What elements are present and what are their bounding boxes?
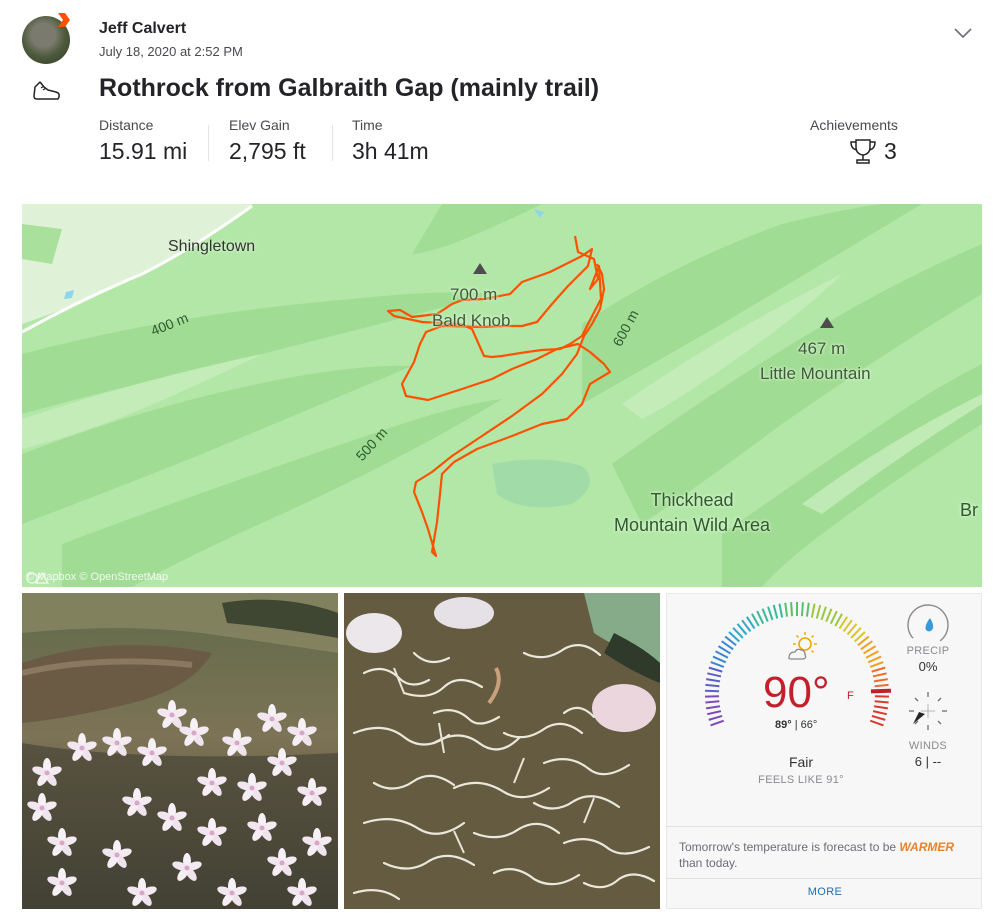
gauge-tick <box>751 613 760 627</box>
temperature-unit: F <box>847 690 854 702</box>
stat-value: 3h 41m <box>352 138 429 164</box>
gauge-tick <box>767 606 774 621</box>
low-temperature: 66° <box>800 719 818 731</box>
stat-value: 15.91 mi <box>99 138 188 164</box>
chevron-down-icon[interactable] <box>953 26 973 40</box>
gauge-tick <box>874 700 889 704</box>
gauge-current-marker <box>870 688 892 694</box>
forecast-prefix: Tomorrow's temperature is forecast to be <box>679 840 897 854</box>
achievements-count: 3 <box>884 137 897 164</box>
map-attribution[interactable]: © Mapbox © OpenStreetMap <box>26 571 168 584</box>
wild-area-line: Mountain Wild Area <box>613 515 771 535</box>
map-label-peak-name: Bald Knob <box>432 311 511 330</box>
gauge-tick <box>873 705 889 710</box>
gauge-tick <box>820 606 827 621</box>
gauge-tick <box>756 610 765 625</box>
gauge-tick <box>715 650 729 659</box>
gauge-tick <box>772 604 779 619</box>
activity-timestamp: July 18, 2020 at 2:52 PM <box>99 44 243 59</box>
trophy-icon <box>850 139 876 164</box>
stat-time: Time 3h 41m <box>352 117 429 165</box>
gauge-tick <box>710 719 725 727</box>
gauge-tick <box>871 666 886 673</box>
stat-elev-gain: Elev Gain 2,795 ft <box>229 117 306 165</box>
partly-sunny-icon <box>788 632 817 660</box>
forecast-suffix: than today. <box>679 856 738 870</box>
gauge-tick <box>707 710 722 716</box>
stat-divider <box>332 125 333 161</box>
high-low-temperatures: 89° | 66° <box>775 719 817 731</box>
map-label-peak-elevation: 700 m <box>450 285 498 304</box>
stat-label: Time <box>352 117 383 133</box>
gauge-tick <box>778 603 784 618</box>
gauge-tick <box>706 678 721 683</box>
stat-divider <box>208 125 209 161</box>
activity-photo[interactable] <box>344 593 660 909</box>
map-label-peak-name: Little Mountain <box>760 364 871 383</box>
athlete-name[interactable]: Jeff Calvert <box>99 20 186 38</box>
stat-distance: Distance 15.91 mi <box>99 117 187 165</box>
precip-value: 0% <box>918 659 938 674</box>
gauge-tick <box>705 700 720 704</box>
gauge-tick <box>869 719 884 727</box>
gauge-tick <box>784 602 789 617</box>
activity-title[interactable]: Rothrock from Galbraith Gap (mainly trai… <box>99 74 599 103</box>
gauge-tick <box>872 710 887 716</box>
pond-photo-image <box>344 593 660 909</box>
avatar[interactable] <box>22 13 70 64</box>
route-map[interactable]: Shingletown 700 m Bald Knob 467 m Little… <box>22 204 982 587</box>
forecast-highlight: WARMER <box>899 840 955 854</box>
forecast-text: Tomorrow's temperature is forecast to be… <box>667 826 981 878</box>
wild-area-line: Thickhead <box>650 490 734 510</box>
gauge-tick <box>800 602 804 617</box>
gauge-tick <box>834 613 843 627</box>
temperature-value: 90° <box>763 668 830 717</box>
gauge-tick <box>867 655 882 664</box>
winds-value: 6 | -- <box>914 754 942 769</box>
subscriber-badge-icon <box>58 13 70 27</box>
gauge-tick <box>872 672 887 678</box>
gauge-tick <box>829 610 838 625</box>
stat-value: 2,795 ft <box>229 138 306 164</box>
gauge-tick <box>874 683 889 688</box>
gauge-tick <box>815 604 822 619</box>
wind-compass-icon <box>909 692 947 730</box>
more-button[interactable]: MORE <box>667 878 981 908</box>
map-label-peak-elevation: 467 m <box>798 339 846 358</box>
map-terrain <box>22 204 982 587</box>
gauge-tick <box>708 666 723 673</box>
gauge-tick <box>705 705 721 710</box>
gauge-tick <box>825 608 833 623</box>
gauge-tick <box>710 661 725 668</box>
gauge-tick <box>707 672 722 678</box>
achievements: Achievements 3 <box>810 117 910 164</box>
activity-photo[interactable] <box>22 593 338 909</box>
precip-drop-icon <box>907 604 949 646</box>
map-label-edge: Br <box>960 500 978 520</box>
achievements-label: Achievements <box>810 117 898 133</box>
flowers-photo-image <box>22 593 338 909</box>
precip-label: PRECIP <box>906 645 950 657</box>
gauge-tick <box>865 650 879 659</box>
shoe-icon <box>33 81 60 100</box>
gauge-tick <box>708 714 723 721</box>
stat-label: Distance <box>99 117 154 133</box>
map-label-wild-area: Thickhead Mountain Wild Area <box>597 488 787 538</box>
gauge-tick <box>873 678 888 683</box>
gauge-tick <box>705 683 720 688</box>
gauge-tick <box>790 602 794 617</box>
gauge-tick <box>712 655 727 664</box>
gauge-tick <box>805 602 810 617</box>
high-temperature: 89° <box>775 719 792 731</box>
gauge-tick <box>871 714 886 721</box>
gauge-tick <box>869 661 884 668</box>
weather-card[interactable]: 90° F 89° | 66° Fair FEELS LIKE 91° PREC… <box>666 593 982 909</box>
stat-label: Elev Gain <box>229 117 290 133</box>
gauge-tick <box>810 603 816 618</box>
feels-like: FEELS LIKE 91° <box>758 774 844 786</box>
gauge-tick <box>761 608 769 623</box>
map-label-town: Shingletown <box>168 238 256 255</box>
winds-label: WINDS <box>908 740 948 752</box>
mapbox-logo-icon <box>26 571 50 584</box>
